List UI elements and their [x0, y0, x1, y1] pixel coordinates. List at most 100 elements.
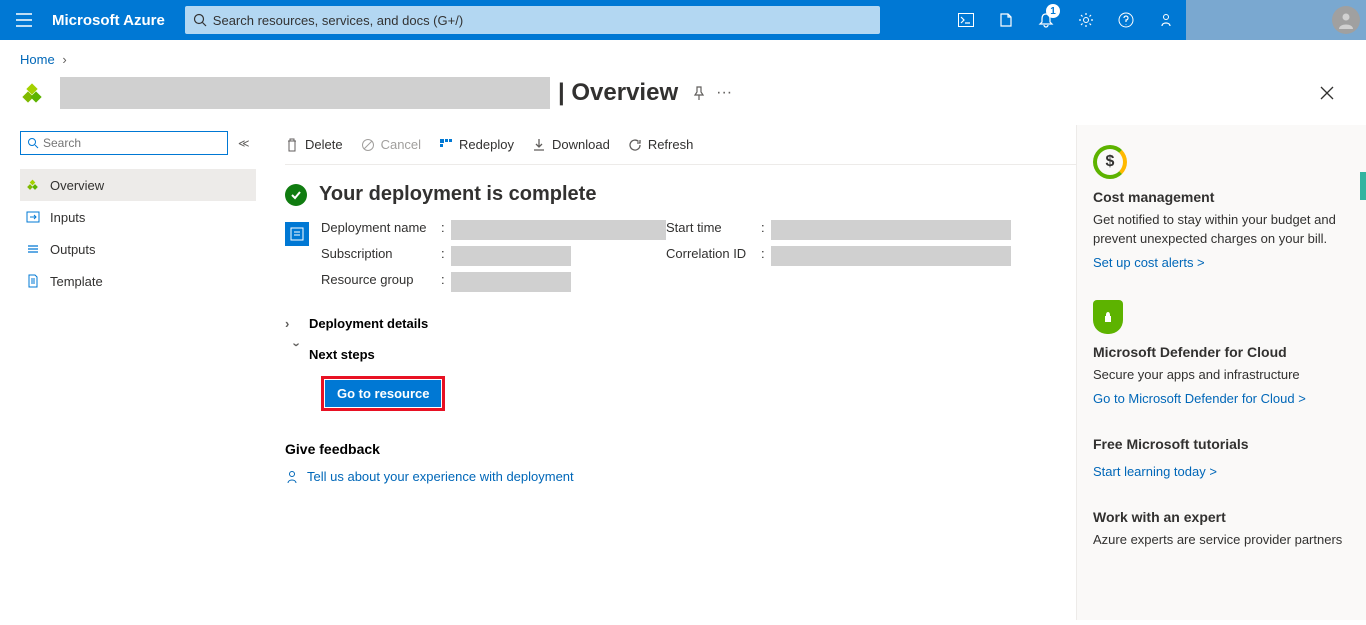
settings-icon[interactable]: [1066, 0, 1106, 40]
redacted-value: [451, 272, 571, 292]
section-title: Microsoft Defender for Cloud: [1093, 344, 1350, 360]
sidebar-collapse-icon[interactable]: ≪: [238, 137, 250, 150]
refresh-label: Refresh: [648, 137, 694, 152]
directories-icon[interactable]: [986, 0, 1026, 40]
global-search[interactable]: [185, 6, 880, 34]
download-button[interactable]: Download: [532, 137, 610, 152]
deployment-details-expander[interactable]: › Deployment details: [285, 316, 1076, 331]
sidebar-item-template[interactable]: Template: [20, 265, 259, 297]
global-search-input[interactable]: [213, 13, 872, 28]
more-icon[interactable]: ···: [716, 84, 732, 102]
status-heading: Your deployment is complete: [319, 183, 596, 206]
cancel-button: Cancel: [361, 137, 421, 152]
toolbar: Delete Cancel Redeploy Download Refresh: [285, 125, 1076, 165]
colon: :: [441, 272, 445, 292]
defender-link[interactable]: Go to Microsoft Defender for Cloud >: [1093, 391, 1306, 406]
sidebar-item-label: Overview: [50, 178, 104, 193]
feedback-heading: Give feedback: [285, 441, 1076, 457]
tutorials-link[interactable]: Start learning today >: [1093, 464, 1217, 479]
sidebar-item-outputs[interactable]: Outputs: [20, 233, 259, 265]
sidebar: ≪ Overview Inputs Outputs Template: [0, 125, 259, 620]
delete-button[interactable]: Delete: [285, 137, 343, 152]
section-title: Cost management: [1093, 189, 1350, 205]
field-label: Correlation ID: [666, 246, 761, 266]
outputs-icon: [24, 242, 42, 256]
chevron-right-icon: ›: [285, 316, 309, 331]
main-layout: ≪ Overview Inputs Outputs Template Delet…: [0, 125, 1366, 620]
section-title: Free Microsoft tutorials: [1093, 436, 1350, 452]
notif-badge: 1: [1046, 4, 1060, 18]
defender-section: Microsoft Defender for Cloud Secure your…: [1093, 300, 1350, 408]
download-label: Download: [552, 137, 610, 152]
colon: :: [761, 246, 765, 266]
close-icon[interactable]: [1320, 86, 1334, 100]
top-header: Microsoft Azure 1: [0, 0, 1366, 40]
center-pane: Delete Cancel Redeploy Download Refresh: [259, 125, 1076, 620]
overview-icon: [24, 178, 42, 192]
section-text: Secure your apps and infrastructure: [1093, 366, 1350, 385]
header-right: 1: [946, 0, 1366, 40]
go-to-resource-button[interactable]: Go to resource: [325, 380, 441, 407]
breadcrumb-home[interactable]: Home: [20, 52, 55, 67]
field-label: Start time: [666, 220, 761, 240]
next-steps-expander[interactable]: › Next steps: [285, 347, 1076, 362]
feedback-link[interactable]: Tell us about your experience with deplo…: [285, 469, 1076, 484]
expert-section: Work with an expert Azure experts are se…: [1093, 509, 1350, 550]
avatar-icon: [1332, 6, 1360, 34]
cloud-shell-icon[interactable]: [946, 0, 986, 40]
user-account[interactable]: [1186, 0, 1366, 40]
pin-icon[interactable]: [692, 86, 706, 100]
redeploy-label: Redeploy: [459, 137, 514, 152]
notifications-icon[interactable]: 1: [1026, 0, 1066, 40]
cost-section: $ Cost management Get notified to stay w…: [1093, 145, 1350, 272]
expander-label: Deployment details: [309, 316, 428, 331]
colon: :: [441, 220, 445, 240]
shield-icon: [1093, 300, 1123, 334]
field-label: Deployment name: [321, 220, 441, 240]
sidebar-item-label: Outputs: [50, 242, 96, 257]
cost-icon: $: [1093, 145, 1127, 179]
feedback-link-label: Tell us about your experience with deplo…: [307, 469, 574, 484]
colon: :: [441, 246, 445, 266]
breadcrumb: Home ›: [0, 40, 1366, 71]
field-label: Resource group: [321, 272, 441, 292]
redacted-value: [451, 246, 571, 266]
redacted-value: [771, 220, 1011, 240]
redeploy-button[interactable]: Redeploy: [439, 137, 514, 152]
highlighted-area: Go to resource: [321, 376, 445, 411]
right-panel: $ Cost management Get notified to stay w…: [1076, 125, 1366, 620]
sidebar-search-input[interactable]: [43, 136, 221, 150]
template-icon: [24, 274, 42, 288]
help-icon[interactable]: [1106, 0, 1146, 40]
status-heading-row: Your deployment is complete: [285, 183, 1076, 206]
sidebar-item-label: Template: [50, 274, 103, 289]
section-text: Azure experts are service provider partn…: [1093, 531, 1350, 550]
deployment-name-redacted: [60, 77, 550, 109]
feedback-icon[interactable]: [1146, 0, 1186, 40]
sidebar-item-inputs[interactable]: Inputs: [20, 201, 259, 233]
check-icon: [285, 184, 307, 206]
person-icon: [285, 470, 299, 484]
page-title: | Overview: [558, 79, 678, 107]
refresh-button[interactable]: Refresh: [628, 137, 694, 152]
colon: :: [761, 220, 765, 240]
sidebar-search[interactable]: [20, 131, 228, 155]
sidebar-item-label: Inputs: [50, 210, 85, 225]
redacted-value: [451, 220, 666, 240]
brand-label[interactable]: Microsoft Azure: [48, 12, 185, 29]
chevron-down-icon: ›: [290, 343, 305, 367]
cancel-label: Cancel: [381, 137, 421, 152]
scroll-indicator: [1360, 172, 1366, 200]
content-area: Delete Cancel Redeploy Download Refresh: [259, 125, 1366, 620]
details-block: Deployment name : Start time : Subscript…: [285, 220, 1076, 292]
section-text: Get notified to stay within your budget …: [1093, 211, 1350, 249]
page-header: | Overview ···: [0, 71, 1366, 109]
hamburger-menu-icon[interactable]: [0, 13, 48, 27]
delete-label: Delete: [305, 137, 343, 152]
cost-alerts-link[interactable]: Set up cost alerts >: [1093, 255, 1205, 270]
resource-icon: [20, 77, 52, 109]
sidebar-item-overview[interactable]: Overview: [20, 169, 256, 201]
chevron-right-icon: ›: [62, 52, 66, 67]
tutorials-section: Free Microsoft tutorials Start learning …: [1093, 436, 1350, 481]
redacted-value: [771, 246, 1011, 266]
